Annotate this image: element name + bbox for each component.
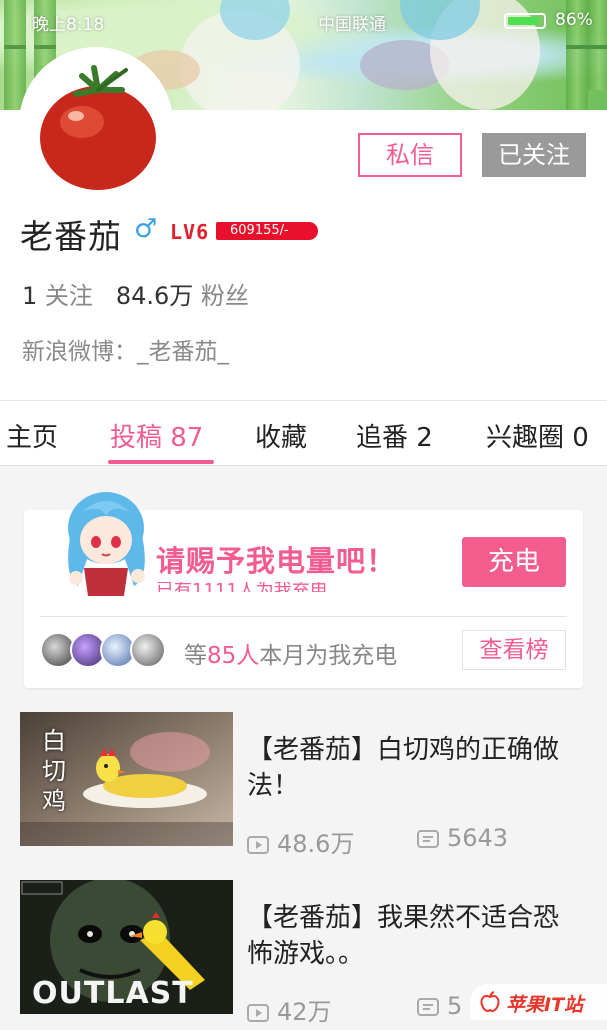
video-thumbnail[interactable]: 白切鸡 (20, 712, 233, 846)
danmaku-icon (417, 998, 439, 1016)
play-count-value: 48.6万 (277, 830, 355, 858)
video-title[interactable]: 【老番茄】我果然不适合恐怖游戏。。 (247, 900, 577, 972)
video-item[interactable]: 白切鸡 【老番茄】白切鸡的正确做法！ 48.6万 5643 (0, 712, 607, 862)
charge-title: 请赐予我电量吧！ (156, 544, 397, 578)
exp-bar: 609155/- (216, 222, 318, 240)
level-badge: LV6 (170, 220, 210, 244)
fans-label[interactable]: 粉丝 (201, 282, 249, 310)
follow-button[interactable]: 已关注 (482, 133, 586, 177)
video-title[interactable]: 【老番茄】白切鸡的正确做法！ (247, 732, 577, 804)
status-battery: 86% (555, 10, 593, 30)
video-stats: 48.6万 5643 (247, 824, 597, 859)
weibo-link[interactable]: 新浪微博：_老番茄_ (22, 332, 229, 366)
male-icon: ♂ (134, 214, 158, 244)
tab-home[interactable]: 主页 (6, 417, 58, 454)
danmaku-icon (417, 830, 439, 848)
play-count-icon (247, 1004, 269, 1022)
play-count-value: 42万 (277, 998, 332, 1026)
following-count[interactable]: 1 (22, 282, 37, 310)
user-name: 老番茄 (20, 217, 122, 256)
charger-avatars[interactable] (40, 630, 170, 670)
charge-count-prefix: 等 (184, 643, 207, 669)
active-tab-indicator (108, 460, 214, 464)
danmaku-count: 5 (417, 992, 462, 1020)
mascot-illustration (68, 492, 145, 596)
tab-favorites[interactable]: 收藏 (255, 417, 307, 454)
danmaku-count-value: 5 (447, 992, 463, 1020)
status-carrier: 中国联通 (318, 15, 386, 35)
tab-uploads[interactable]: 投稿 87 (110, 417, 203, 454)
danmaku-count: 5643 (417, 824, 508, 852)
thumbnail-caption: 白切鸡 (42, 727, 66, 815)
fans-count[interactable]: 84.6万 (116, 282, 193, 310)
watermark-text: 苹果IT站 (506, 994, 584, 1016)
charge-subtitle-text: 已有1111人为我充电 (156, 582, 328, 592)
exp-value: 609155/- (230, 223, 289, 238)
avatar (130, 632, 166, 668)
play-count-icon (247, 836, 269, 854)
battery-icon (504, 13, 546, 29)
danmaku-count-value: 5643 (447, 824, 509, 852)
apple-logo-icon (480, 991, 500, 1012)
charge-card: 请赐予我电量吧！ 已有1111人为我充电 充电 等85人本月为我充电 查看榜 (24, 492, 583, 688)
charge-button[interactable]: 充电 (462, 537, 566, 587)
play-count: 48.6万 (247, 824, 354, 859)
status-bar: 晚上8:18 中国联通 86% (0, 8, 607, 35)
charge-subtitle: 已有1111人为我充电 (156, 582, 416, 592)
status-time: 晚上8:18 (32, 15, 105, 35)
video-thumbnail[interactable]: OUTLAST (20, 880, 233, 1014)
profile-card: 私信 已关注 老番茄 ♂ LV6 609155/- 1 关注 84.6万 粉丝 … (0, 50, 607, 400)
thumbnail-caption: OUTLAST (32, 976, 194, 1011)
profile-tabs: 主页 投稿 87 收藏 追番 2 兴趣圈 0 (0, 400, 607, 466)
message-button[interactable]: 私信 (358, 133, 462, 177)
divider (40, 616, 567, 617)
site-watermark: 苹果IT站 (470, 984, 607, 1020)
tab-interest-circles[interactable]: 兴趣圈 0 (486, 417, 589, 454)
following-label[interactable]: 关注 (45, 282, 93, 310)
back-arrow-icon[interactable] (30, 72, 66, 108)
charge-count-suffix: 本月为我充电 (259, 643, 398, 669)
tab-bangumi[interactable]: 追番 2 (356, 417, 433, 454)
charge-count-number: 85人 (207, 643, 260, 669)
view-ranking-button[interactable]: 查看榜 (462, 630, 566, 670)
charge-count: 等85人本月为我充电 (184, 636, 397, 670)
follow-stats: 1 关注 84.6万 粉丝 (22, 276, 249, 311)
play-count: 42万 (247, 992, 332, 1027)
